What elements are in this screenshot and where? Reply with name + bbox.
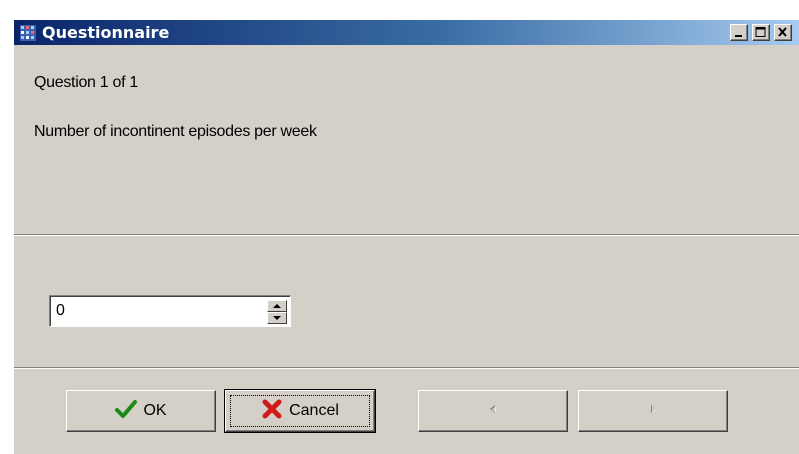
spin-up-icon <box>273 304 281 308</box>
red-x-icon <box>261 398 283 425</box>
minimize-icon <box>735 35 742 37</box>
panel-divider <box>14 235 799 236</box>
window-title: Questionnaire <box>42 23 170 42</box>
grid-app-icon <box>20 25 36 41</box>
spin-down-icon <box>273 316 281 320</box>
question-text: Number of incontinent episodes per week <box>34 123 317 140</box>
cancel-button[interactable]: Cancel <box>224 389 376 433</box>
ok-button-label: OK <box>143 402 167 419</box>
minimize-button[interactable] <box>730 24 748 41</box>
close-icon <box>778 27 787 37</box>
maximize-icon <box>755 27 766 37</box>
arrow-right-icon <box>647 402 659 420</box>
arrow-left-icon <box>487 402 499 420</box>
next-button[interactable] <box>578 390 728 432</box>
previous-button[interactable] <box>418 390 568 432</box>
answer-spinner <box>49 295 291 327</box>
checkmark-icon <box>115 399 138 424</box>
ok-button[interactable]: OK <box>66 390 216 432</box>
answer-input[interactable] <box>53 300 246 322</box>
spin-down-button[interactable] <box>267 312 287 324</box>
cancel-button-label: Cancel <box>289 402 339 419</box>
title-bar[interactable]: Questionnaire <box>14 20 799 45</box>
close-button[interactable] <box>774 24 792 41</box>
spinner-buttons <box>267 300 287 324</box>
spin-up-button[interactable] <box>267 300 287 312</box>
question-counter: Question 1 of 1 <box>34 74 139 91</box>
maximize-button[interactable] <box>752 24 770 41</box>
questionnaire-window: Questionnaire Question 1 of 1 Number of … <box>13 19 799 454</box>
